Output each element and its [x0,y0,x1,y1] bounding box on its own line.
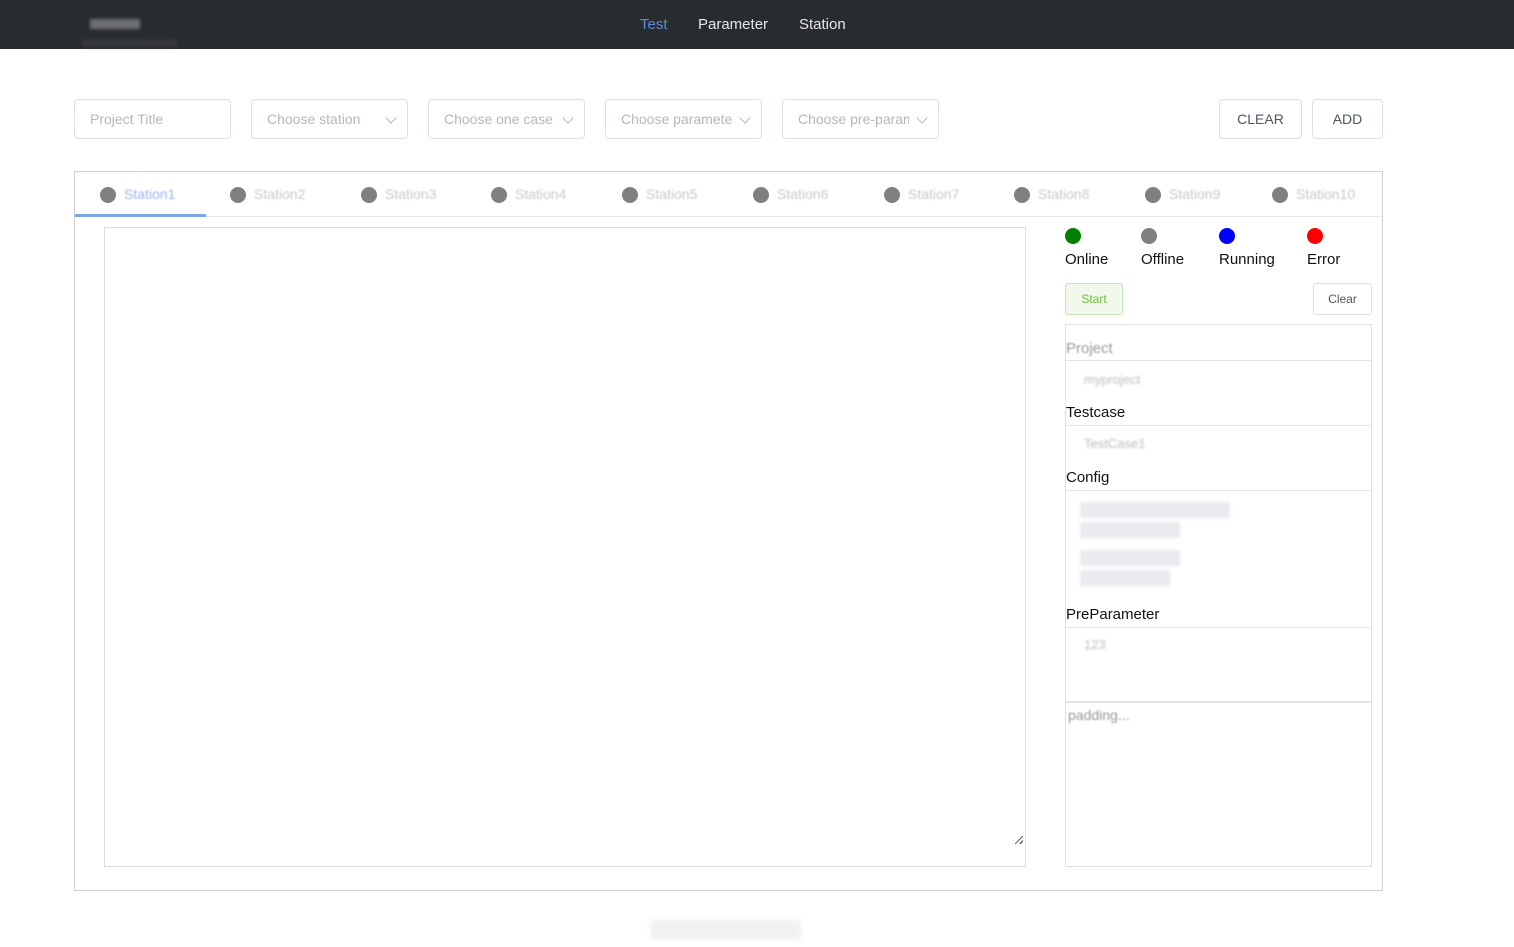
online-label: Online [1065,251,1109,268]
clear-button[interactable]: CLEAR [1219,99,1302,139]
tab-label: Station9 [1169,186,1221,202]
nav-parameter[interactable]: Parameter [698,0,768,49]
parameter-select[interactable]: Choose paramete [605,99,762,139]
config-value-line [1080,502,1230,518]
brand-subtitle [82,40,177,46]
footer-text [651,920,801,940]
project-title-input[interactable]: Project Title [74,99,231,139]
log-output-textarea[interactable] [104,227,1026,867]
divider [1066,360,1371,361]
tab-label: Station5 [646,186,698,202]
tab-label: Station4 [515,186,567,202]
chevron-down-icon [739,112,751,124]
tab-station6[interactable]: Station6 [730,172,861,217]
tab-station7[interactable]: Station7 [861,172,992,217]
case-select[interactable]: Choose one case [428,99,585,139]
project-label: Project [1066,340,1113,357]
tab-station2[interactable]: Station2 [206,172,337,217]
tab-label: Station1 [124,186,176,202]
clear-log-button[interactable]: Clear [1313,283,1372,315]
tab-station8[interactable]: Station8 [992,172,1123,217]
error-status-icon [1307,228,1323,244]
tab-bar: Station1 Station2 Station3 Station4 Stat… [75,172,1382,217]
station-tabs-panel: Station1 Station2 Station3 Station4 Stat… [74,171,1383,891]
status-dot-icon [361,187,377,203]
nav-test[interactable]: Test [640,0,668,49]
project-value: myproject [1084,372,1141,387]
running-label: Running [1219,251,1275,268]
tab-station10[interactable]: Station10 [1254,172,1382,217]
add-button[interactable]: ADD [1312,99,1383,139]
preparam-select[interactable]: Choose pre-param [782,99,939,139]
tab-station4[interactable]: Station4 [468,172,599,217]
config-value-line [1080,570,1170,586]
top-navbar: Test Parameter Station [0,0,1514,49]
config-value-line [1080,550,1180,566]
status-dot-icon [100,187,116,203]
preparam-select-placeholder: Choose pre-param [798,111,909,127]
status-dot-icon [622,187,638,203]
chevron-down-icon [385,112,397,124]
tab-label: Station2 [254,186,306,202]
config-value-line [1080,522,1180,538]
config-label: Config [1066,469,1110,486]
divider [1066,627,1371,628]
status-dot-icon [753,187,769,203]
divider [1066,490,1371,491]
status-dot-icon [1272,187,1288,203]
tab-label: Station3 [385,186,437,202]
padding-label: padding... [1068,707,1130,723]
chevron-down-icon [916,112,928,124]
start-button[interactable]: Start [1065,283,1123,315]
station-select-placeholder: Choose station [267,111,361,127]
testcase-value: TestCase1 [1084,436,1146,451]
active-tab-indicator [75,214,206,217]
nav-station[interactable]: Station [799,0,846,49]
station-select[interactable]: Choose station [251,99,408,139]
status-dot-icon [884,187,900,203]
parameter-select-placeholder: Choose paramete [621,111,733,127]
tab-label: Station10 [1296,186,1356,202]
chevron-down-icon [562,112,574,124]
tab-label: Station6 [777,186,829,202]
status-dot-icon [230,187,246,203]
brand-logo[interactable] [90,19,140,29]
divider [1066,425,1371,426]
offline-status-icon [1141,228,1157,244]
tab-label: Station8 [1038,186,1090,202]
running-status-icon [1219,228,1235,244]
tab-station9[interactable]: Station9 [1123,172,1254,217]
preparameter-value: 123 [1084,637,1106,652]
resize-handle-icon[interactable] [1015,836,1023,844]
tab-station5[interactable]: Station5 [599,172,730,217]
tab-label: Station7 [908,186,960,202]
station-info-panel: Project myproject Testcase TestCase1 Con… [1065,324,1372,867]
divider [1066,701,1371,703]
status-dot-icon [1145,187,1161,203]
case-select-placeholder: Choose one case [444,111,553,127]
testcase-label: Testcase [1066,404,1126,421]
status-dot-icon [491,187,507,203]
preparameter-label: PreParameter [1066,606,1160,623]
project-title-placeholder: Project Title [90,111,164,127]
online-status-icon [1065,228,1081,244]
status-dot-icon [1014,187,1030,203]
tab-station1[interactable]: Station1 [75,172,206,217]
tab-station3[interactable]: Station3 [337,172,468,217]
error-label: Error [1307,251,1341,268]
offline-label: Offline [1141,251,1185,268]
